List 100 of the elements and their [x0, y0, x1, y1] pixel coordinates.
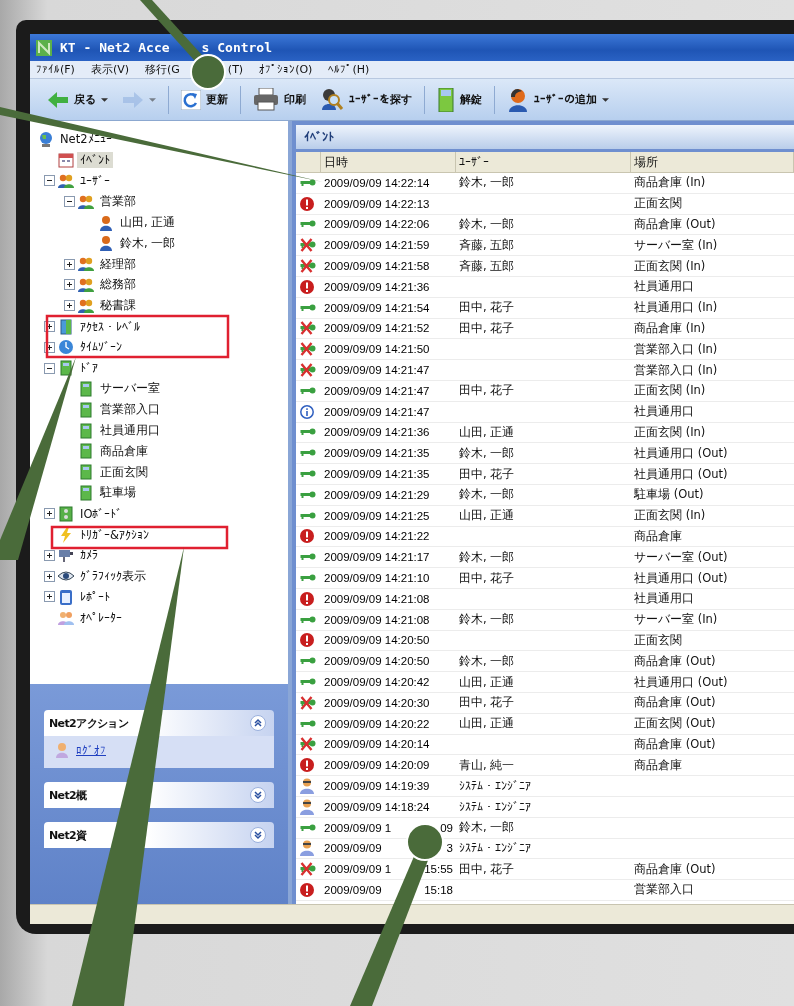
menu-item[interactable]: (T) — [227, 63, 244, 76]
expander-icon[interactable] — [64, 258, 75, 270]
caret-icon[interactable] — [101, 97, 108, 102]
table-cell: 09 — [440, 821, 453, 834]
expander-icon[interactable] — [64, 196, 75, 208]
tree-item[interactable]: ｸﾞﾗﾌｨｯｸ表示 — [77, 567, 149, 585]
denied-key-icon — [299, 321, 317, 336]
expander-icon[interactable] — [44, 591, 55, 603]
table-cell: 社員通用口 (Out) — [634, 466, 728, 482]
tree-item[interactable]: 山田, 正通 — [117, 214, 179, 232]
door-icon — [78, 464, 94, 481]
tree-item[interactable]: IOﾎﾞｰﾄﾞ — [77, 505, 126, 522]
expander-icon[interactable] — [44, 341, 55, 353]
tree-item[interactable]: ﾀｲﾑｿﾞｰﾝ — [77, 339, 125, 356]
app-icon — [36, 39, 52, 56]
expander-icon[interactable] — [44, 321, 55, 333]
table-cell: 鈴木, 一郎 — [459, 487, 515, 503]
door-icon — [58, 360, 74, 377]
table-cell: 田中, 花子 — [459, 861, 515, 877]
denied-key-icon — [299, 238, 317, 253]
tree-item[interactable]: 鈴木, 一郎 — [117, 234, 179, 252]
table-cell: サーバー室 (In) — [634, 612, 718, 628]
table-cell: 2009/09/09 — [324, 842, 382, 855]
people-icon — [78, 276, 94, 293]
toolbar-button[interactable]: ﾕｰｻﾞｰを探す — [315, 85, 417, 114]
tree-item[interactable]: ｶﾒﾗ — [77, 547, 101, 564]
table-cell: 2009/09/09 14:21:08 — [324, 613, 430, 626]
lightning-icon — [58, 526, 74, 543]
table-cell: 田中, 花子 — [459, 466, 515, 482]
tree-item[interactable]: ｵﾍﾟﾚｰﾀｰ — [77, 609, 125, 626]
table-cell: 山田, 正通 — [459, 716, 515, 732]
table-cell: 2009/09/09 14:20:50 — [324, 655, 430, 668]
tree-item[interactable]: 経理部 — [97, 255, 139, 273]
tree-item[interactable]: Net2ﾒﾆｭｰ — [57, 131, 115, 148]
tree-item[interactable]: ﾕｰｻﾞｰ — [77, 173, 113, 189]
tree-item[interactable]: サーバー室 — [97, 380, 163, 398]
tree-item[interactable]: ｱｸｾｽ・ﾚﾍﾞﾙ — [77, 318, 143, 335]
alert-icon — [299, 591, 315, 606]
table-cell: 社員通用口 (Out) — [634, 674, 728, 690]
table-cell: 田中, 花子 — [459, 383, 515, 399]
tree-item[interactable]: 商品倉庫 — [97, 442, 151, 460]
menu-item[interactable]: 移行(G — [145, 62, 180, 77]
table-cell: 社員通用口 (Out) — [634, 570, 728, 586]
alert-icon — [299, 529, 315, 544]
table-cell: 山田, 正通 — [459, 674, 515, 690]
table-cell: 商品倉庫 — [634, 528, 682, 544]
table-cell: 2009/09/09 14:21:25 — [324, 509, 430, 522]
table-cell: 2009/09/09 14:21:50 — [324, 343, 430, 356]
alert-icon — [299, 196, 315, 211]
expander-icon[interactable] — [44, 362, 55, 374]
panel-title: ｲﾍﾞﾝﾄ — [296, 125, 794, 149]
table-cell: ｼｽﾃﾑ・ｴﾝｼﾞﾆｱ — [459, 779, 531, 793]
table-cell: 2009/09/09 14:21:36 — [324, 280, 430, 293]
tree-item[interactable]: 正面玄関 — [97, 463, 151, 481]
column-header[interactable]: 日時 — [321, 152, 456, 172]
info-icon — [299, 404, 315, 419]
tree-item[interactable]: 営業部 — [97, 193, 139, 211]
logoff-link[interactable]: ﾛｸﾞｵﾌ — [76, 743, 106, 757]
toolbar-button[interactable]: 解錠 — [432, 85, 487, 114]
tree-item[interactable]: ﾄﾘｶﾞｰ&ｱｸｼｮﾝ — [77, 526, 152, 543]
toolbar-button[interactable]: 戻る — [42, 87, 113, 112]
tree-item[interactable]: 社員通用口 — [97, 422, 163, 440]
tree-item[interactable]: ﾚﾎﾟｰﾄ — [77, 588, 113, 605]
door-icon — [78, 401, 94, 418]
table-cell: 2009/09/09 14:20:09 — [324, 759, 430, 772]
table-cell: 鈴木, 一郎 — [459, 820, 515, 836]
tree-item[interactable]: 総務部 — [97, 276, 139, 294]
expander-icon[interactable] — [64, 300, 75, 312]
caret-icon[interactable] — [602, 97, 609, 102]
menu-item[interactable]: ﾍﾙﾌﾟ(H) — [328, 63, 370, 76]
person-icon — [299, 840, 315, 857]
menu-item[interactable]: 表示(V) — [90, 62, 130, 77]
expander-icon[interactable] — [44, 175, 55, 187]
menu-item[interactable]: ｵﾌﾟｼｮﾝ(O) — [259, 63, 313, 76]
menu-item[interactable]: ﾌｧｲﾙ(F) — [36, 63, 75, 76]
table-cell: 2009/09/09 14:21:29 — [324, 488, 430, 501]
column-header[interactable]: ﾕｰｻﾞｰ — [456, 152, 631, 172]
expander-icon[interactable] — [44, 570, 55, 582]
table-cell: 駐車場 (Out) — [634, 487, 704, 503]
table-cell: 鈴木, 一郎 — [459, 175, 515, 191]
table-cell: 鈴木, 一郎 — [459, 445, 515, 461]
tree-item[interactable]: ﾄﾞｱ — [77, 360, 101, 377]
tree-item[interactable]: ｲﾍﾞﾝﾄ — [77, 152, 113, 169]
tree-item[interactable]: 駐車場 — [97, 484, 139, 502]
door-icon — [78, 443, 94, 460]
table-cell: 2009/09/09 14:21:59 — [324, 239, 430, 252]
table-cell: 正面玄関 (In) — [634, 424, 706, 440]
toolbar-button[interactable]: 印刷 — [248, 85, 311, 114]
toolbar-button[interactable]: ﾕｰｻﾞｰの追加 — [502, 85, 614, 114]
table-cell: 3 — [446, 842, 453, 855]
column-header[interactable]: 場所 — [631, 152, 794, 172]
tree-item[interactable]: 営業部入口 — [97, 401, 163, 419]
expander-icon[interactable] — [44, 508, 55, 520]
forward-arrow-icon — [122, 89, 144, 110]
expander-icon[interactable] — [44, 549, 55, 561]
alert-icon — [299, 633, 315, 648]
toolbar-button[interactable]: 更新 — [176, 87, 233, 112]
tree-item[interactable]: 秘書課 — [97, 297, 139, 315]
pane-header[interactable]: Net2アクション — [44, 710, 274, 736]
expander-icon[interactable] — [64, 279, 75, 291]
